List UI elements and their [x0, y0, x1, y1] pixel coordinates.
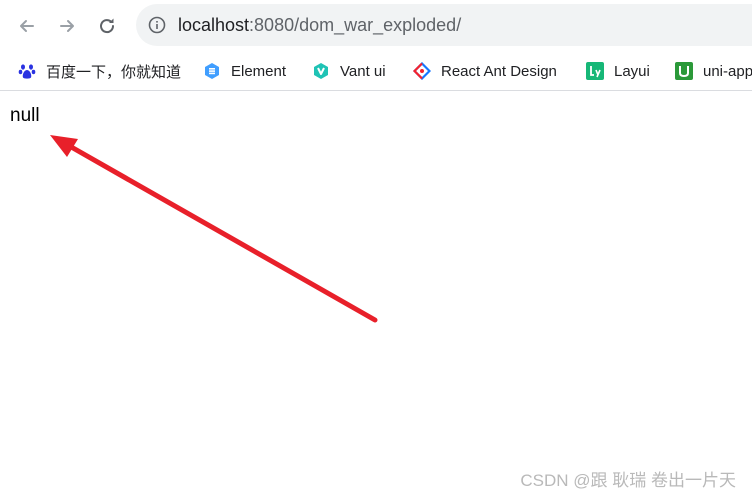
- bookmark-layui[interactable]: Layui: [586, 59, 650, 83]
- bookmarks-bar: 百度一下，你就知道 Element Vant ui React Ant Desi…: [0, 52, 752, 91]
- bookmark-label: uni-app: [703, 62, 752, 80]
- baidu-paw-icon: [18, 62, 36, 80]
- bookmark-label: 百度一下，你就知道: [46, 63, 182, 81]
- reload-button[interactable]: [92, 11, 122, 41]
- red-arrow-annotation: [50, 135, 378, 323]
- back-button[interactable]: [12, 11, 42, 41]
- csdn-watermark: CSDN @跟 耿瑞 卷出一片天: [520, 471, 736, 490]
- bookmark-baidu[interactable]: 百度一下，你就知道: [18, 59, 181, 83]
- vant-logo-icon: [312, 62, 330, 80]
- forward-button[interactable]: [52, 11, 82, 41]
- bookmark-label: Layui: [614, 62, 650, 80]
- browser-toolbar: localhost:8080/dom_war_exploded/: [0, 0, 752, 52]
- bookmark-label: Vant ui: [340, 62, 386, 80]
- arrow-left-icon: [20, 20, 34, 32]
- info-icon[interactable]: [148, 16, 166, 34]
- url-path: :8080/dom_war_exploded/: [249, 15, 462, 35]
- url-text[interactable]: localhost:8080/dom_war_exploded/: [178, 15, 461, 36]
- uniapp-logo-icon: [675, 62, 693, 80]
- ant-design-logo-icon: [413, 62, 431, 80]
- reload-icon: [100, 18, 115, 34]
- bookmark-label: Element: [231, 62, 287, 80]
- bookmark-vant[interactable]: Vant ui: [312, 59, 386, 83]
- bookmark-label: React Ant Design: [441, 62, 557, 80]
- element-logo-icon: [203, 62, 221, 80]
- layui-logo-icon: [586, 62, 604, 80]
- url-host: localhost: [178, 15, 250, 35]
- bookmark-element[interactable]: Element: [203, 59, 286, 83]
- bookmark-uniapp[interactable]: uni-app: [675, 59, 752, 83]
- address-bar[interactable]: localhost:8080/dom_war_exploded/: [136, 4, 752, 46]
- arrow-right-icon: [60, 20, 74, 32]
- page-content: null CSDN @跟 耿瑞 卷出一片天: [0, 91, 752, 499]
- bookmark-ant-design[interactable]: React Ant Design: [413, 59, 557, 83]
